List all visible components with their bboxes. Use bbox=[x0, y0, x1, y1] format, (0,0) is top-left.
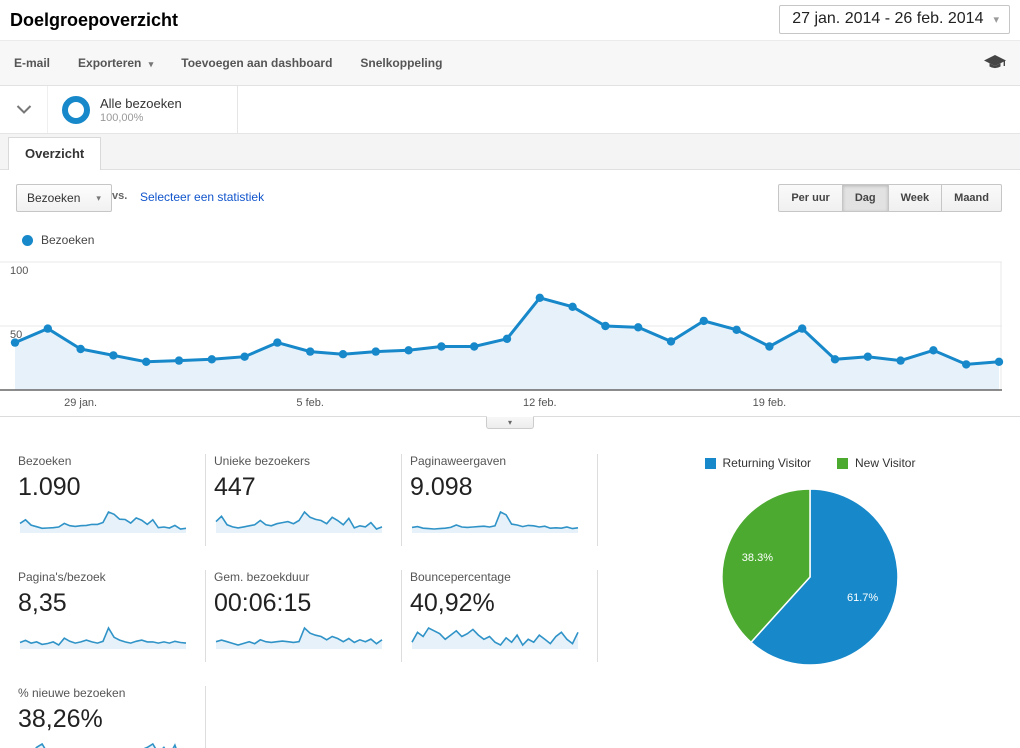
svg-text:38.3%: 38.3% bbox=[742, 552, 773, 564]
page-title: Doelgroepoverzicht bbox=[10, 9, 179, 30]
metric-sparkline bbox=[411, 626, 579, 649]
visitor-type-panel: Returning Visitor New Visitor 61.7% 38.3% bbox=[600, 454, 1020, 748]
metric-label: Bouncepercentage bbox=[410, 570, 511, 584]
svg-text:61.7%: 61.7% bbox=[847, 592, 878, 604]
segment-percent: 100,00% bbox=[100, 111, 144, 124]
new-label: New Visitor bbox=[855, 456, 916, 470]
segment-collapse-toggle[interactable] bbox=[0, 86, 48, 133]
metric-label: Gem. bezoekduur bbox=[214, 570, 310, 584]
new-swatch-icon bbox=[837, 457, 849, 469]
pie-legend: Returning Visitor New Visitor bbox=[692, 456, 929, 470]
metric-value: 447 bbox=[214, 473, 256, 501]
svg-text:19 feb.: 19 feb. bbox=[753, 397, 787, 409]
metric-card-unieke-bezoekers: Unieke bezoekers 447 bbox=[206, 454, 402, 546]
metric-value: 8,35 bbox=[18, 589, 67, 617]
segment-donut-icon bbox=[62, 95, 90, 124]
metric-card-paginaweergaven: Paginaweergaven 9.098 bbox=[402, 454, 598, 546]
shortcut-button[interactable]: Snelkoppeling bbox=[360, 56, 442, 70]
series-dot-icon bbox=[22, 234, 33, 246]
segment-row: Alle bezoeken 100,00% bbox=[0, 86, 1020, 134]
metric-value: 38,26% bbox=[18, 705, 103, 733]
report-header: Doelgroepoverzicht 27 jan. 2014 - 26 feb… bbox=[0, 0, 1020, 40]
legend-item-new[interactable]: New Visitor bbox=[837, 456, 915, 470]
graduation-cap-icon[interactable] bbox=[984, 55, 1006, 71]
svg-text:12 feb.: 12 feb. bbox=[523, 397, 557, 409]
series-label: Bezoeken bbox=[41, 233, 95, 247]
metric-selector-value: Bezoeken bbox=[27, 191, 81, 205]
vs-label: vs. bbox=[112, 190, 128, 202]
tab-strip: Overzicht bbox=[0, 134, 1020, 170]
metric-sparkline bbox=[19, 626, 187, 649]
svg-text:29 jan.: 29 jan. bbox=[64, 397, 97, 409]
metric-selector-dropdown[interactable]: Bezoeken ▾ bbox=[16, 184, 112, 212]
select-metric-link[interactable]: Selecteer een statistiek bbox=[140, 190, 264, 204]
chevron-down-icon: ▾ bbox=[993, 13, 999, 26]
metric-card-bezoeken: Bezoeken 1.090 bbox=[10, 454, 206, 546]
metric-value: 40,92% bbox=[410, 589, 495, 617]
audience-overview-page: Doelgroepoverzicht 27 jan. 2014 - 26 feb… bbox=[0, 0, 1020, 748]
granularity-day-button[interactable]: Dag bbox=[842, 184, 889, 212]
chevron-down-icon bbox=[16, 105, 31, 114]
granularity-month-button[interactable]: Maand bbox=[942, 184, 1002, 212]
metric-sparkline bbox=[215, 626, 383, 649]
segment-all-visits[interactable]: Alle bezoeken 100,00% bbox=[48, 86, 238, 133]
export-label: Exporteren bbox=[78, 56, 142, 70]
date-range-selector[interactable]: 27 jan. 2014 - 26 feb. 2014 ▾ bbox=[779, 5, 1010, 34]
metric-label: % nieuwe bezoeken bbox=[18, 686, 126, 700]
tab-overview[interactable]: Overzicht bbox=[8, 137, 102, 170]
chevron-down-icon: ▾ bbox=[148, 59, 154, 69]
returning-label: Returning Visitor bbox=[722, 456, 812, 470]
metric-card-gem-bezoekduur: Gem. bezoekduur 00:06:15 bbox=[206, 570, 402, 662]
granularity-week-button[interactable]: Week bbox=[888, 184, 943, 212]
chevron-down-icon: ▾ bbox=[96, 192, 101, 203]
timeseries-legend: Bezoeken bbox=[0, 226, 1020, 254]
metric-sparkline bbox=[19, 510, 187, 533]
segment-name: Alle bezoeken bbox=[100, 95, 182, 111]
legend-item-returning[interactable]: Returning Visitor bbox=[704, 456, 812, 470]
granularity-hour-button[interactable]: Per uur bbox=[778, 184, 843, 212]
metric-cards-grid: Bezoeken 1.090 Unieke bezoekers 447 Paginawe… bbox=[10, 454, 600, 748]
metric-sparkline bbox=[411, 510, 579, 533]
svg-text:5 feb.: 5 feb. bbox=[296, 397, 324, 409]
chart-controls: Bezoeken ▾ vs. Selecteer een statistiek … bbox=[0, 170, 1020, 226]
chart-collapse-divider: ▾ bbox=[0, 416, 1020, 432]
metric-sparkline bbox=[215, 510, 383, 533]
visitor-type-pie-chart[interactable]: 61.7% 38.3% bbox=[690, 482, 930, 672]
metric-label: Unieke bezoekers bbox=[214, 454, 311, 468]
svg-text:100: 100 bbox=[10, 265, 28, 277]
metric-card-nieuwe-bezoeken: % nieuwe bezoeken 38,26% bbox=[10, 686, 206, 748]
visits-timeseries-chart[interactable]: 1005029 jan. 5 feb. 12 feb. 19 feb. bbox=[0, 254, 1008, 414]
metric-label: Pagina's/bezoek bbox=[18, 570, 106, 584]
metric-sparkline bbox=[35, 742, 177, 748]
returning-swatch-icon bbox=[704, 457, 716, 469]
metric-label: Bezoeken bbox=[18, 454, 72, 468]
metric-card-paginas-bezoek: Pagina's/bezoek 8,35 bbox=[10, 570, 206, 662]
granularity-button-group: Per uur Dag Week Maand bbox=[778, 184, 1002, 212]
email-button[interactable]: E-mail bbox=[14, 56, 50, 70]
chart-collapse-handle[interactable]: ▾ bbox=[486, 416, 534, 429]
metric-card-bouncepercentage: Bouncepercentage 40,92% bbox=[402, 570, 598, 662]
report-toolbar: E-mail Exporteren ▾ Toevoegen aan dashbo… bbox=[0, 40, 1020, 86]
summary-section: Bezoeken 1.090 Unieke bezoekers 447 Paginawe… bbox=[0, 432, 1020, 748]
chevron-down-icon: ▾ bbox=[507, 417, 512, 427]
metric-label: Paginaweergaven bbox=[410, 454, 507, 468]
add-to-dashboard-button[interactable]: Toevoegen aan dashboard bbox=[181, 56, 332, 70]
metric-value: 9.098 bbox=[410, 473, 473, 501]
export-button[interactable]: Exporteren ▾ bbox=[78, 56, 153, 70]
date-range-text: 27 jan. 2014 - 26 feb. 2014 bbox=[792, 10, 984, 27]
metric-value: 00:06:15 bbox=[214, 589, 312, 617]
metric-value: 1.090 bbox=[18, 473, 81, 501]
